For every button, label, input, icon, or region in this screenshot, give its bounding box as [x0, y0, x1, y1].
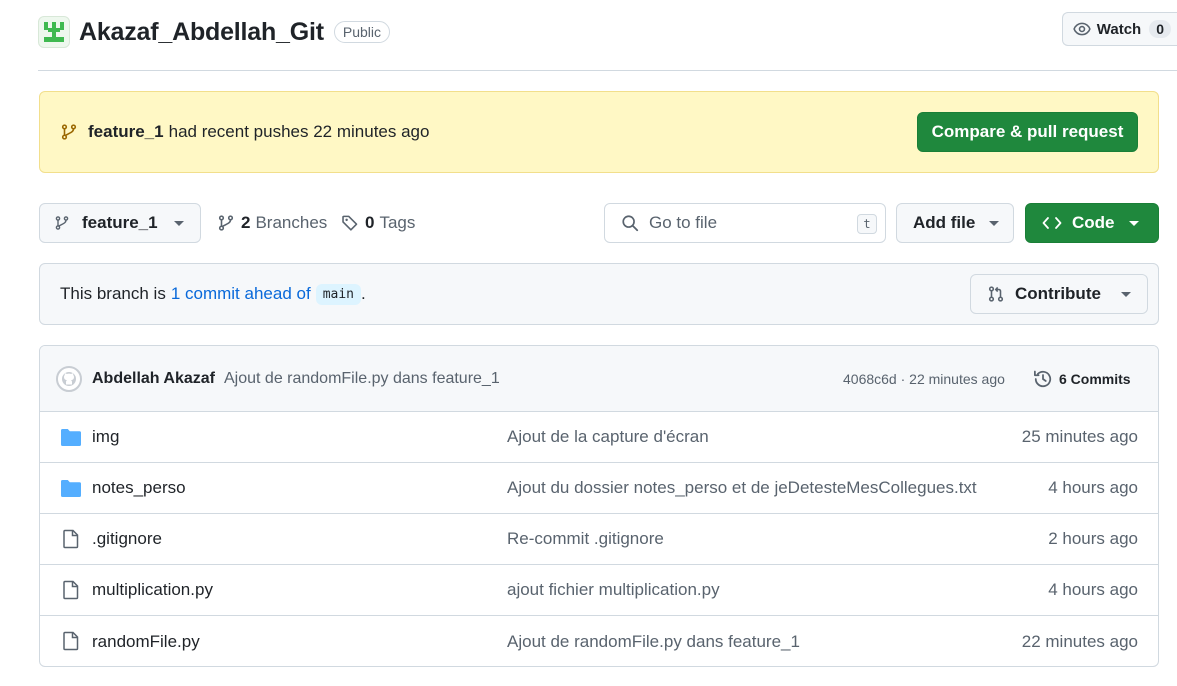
branch-icon — [218, 215, 234, 231]
branch-icon — [55, 216, 69, 230]
base-branch-chip[interactable]: main — [315, 283, 361, 305]
file-age: 4 hours ago — [1048, 580, 1138, 599]
file-age: 4 hours ago — [1048, 478, 1138, 497]
file-age: 25 minutes ago — [1021, 427, 1138, 446]
banner-branch-name[interactable]: feature_1 — [88, 122, 164, 141]
banner-message: had recent pushes 22 minutes ago — [168, 122, 430, 141]
history-icon — [1034, 370, 1052, 388]
branch-select-label: feature_1 — [82, 213, 158, 232]
commits-history-link[interactable]: 6 Commits — [1033, 346, 1131, 412]
file-commit-message[interactable]: Ajout de randomFile.py dans feature_1 — [507, 632, 800, 652]
file-table: Abdellah Akazaf Ajout de randomFile.py d… — [39, 345, 1159, 667]
github-mark-icon — [62, 371, 76, 386]
ahead-suffix: . — [361, 284, 366, 303]
contribute-button[interactable]: Contribute — [970, 274, 1148, 314]
file-commit-message[interactable]: ajout fichier multiplication.py — [507, 580, 720, 600]
watch-count: 0 — [1149, 20, 1171, 38]
search-placeholder: Go to file — [649, 213, 718, 232]
commit-meta[interactable]: 4068c6d · 22 minutes ago — [843, 346, 1005, 412]
file-row-randomfile[interactable]: randomFile.py Ajout de randomFile.py dan… — [40, 616, 1158, 666]
file-name[interactable]: randomFile.py — [92, 632, 200, 652]
file-icon — [63, 580, 79, 600]
folder-icon — [61, 429, 81, 446]
file-commit-message[interactable]: Ajout de la capture d'écran — [507, 427, 709, 447]
branches-label: Branches — [255, 213, 328, 232]
file-icon — [63, 631, 79, 651]
file-name[interactable]: .gitignore — [92, 529, 162, 549]
tags-link[interactable]: 0 Tags — [341, 203, 415, 243]
header-divider — [38, 70, 1177, 71]
commits-ahead-link[interactable]: 1 commit ahead of — [171, 284, 311, 304]
banner-text: feature_1 had recent pushes 22 minutes ag… — [88, 122, 429, 142]
eye-icon — [1073, 22, 1091, 36]
repo-header: Akazaf_Abdellah_Git Public Watch 0 — [38, 12, 1177, 52]
file-row-gitignore[interactable]: .gitignore Re-commit .gitignore 2 hours … — [40, 514, 1158, 565]
file-commit-message[interactable]: Ajout du dossier notes_perso et de jeDet… — [507, 478, 977, 498]
watch-label: Watch — [1096, 20, 1142, 38]
commit-author[interactable]: Abdellah Akazaf — [92, 370, 215, 388]
contribute-label: Contribute — [1015, 284, 1101, 303]
latest-commit-bar: Abdellah Akazaf Ajout de randomFile.py d… — [40, 346, 1158, 412]
pull-request-icon — [988, 286, 1004, 302]
repo-owner-avatar[interactable] — [38, 16, 70, 48]
file-age: 2 hours ago — [1048, 529, 1138, 548]
chevron-down-icon — [989, 220, 1000, 226]
chevron-down-icon — [1120, 291, 1131, 297]
file-row-img[interactable]: img Ajout de la capture d'écran 25 minut… — [40, 412, 1158, 463]
keyboard-shortcut-hint: t — [857, 214, 877, 234]
recent-push-banner: feature_1 had recent pushes 22 minutes ag… — [39, 91, 1159, 173]
file-name[interactable]: img — [92, 427, 119, 447]
repo-name[interactable]: Akazaf_Abdellah_Git — [79, 18, 324, 47]
file-icon — [63, 529, 79, 549]
watch-button[interactable]: Watch 0 — [1061, 12, 1177, 46]
visibility-badge: Public — [333, 21, 391, 43]
commits-count-label: 6 Commits — [1059, 371, 1131, 387]
add-file-button[interactable]: Add file — [896, 203, 1014, 243]
code-label: Code — [1072, 213, 1115, 232]
branch-ahead-box: This branch is 1 commit ahead of main . … — [39, 263, 1159, 325]
file-name[interactable]: notes_perso — [92, 478, 186, 498]
folder-icon — [61, 480, 81, 497]
code-icon — [1042, 217, 1062, 229]
chevron-down-icon — [173, 220, 184, 226]
tags-label: Tags — [379, 213, 416, 232]
code-button[interactable]: Code — [1025, 203, 1159, 243]
file-age: 22 minutes ago — [1021, 631, 1138, 651]
file-row-notes-perso[interactable]: notes_perso Ajout du dossier notes_perso… — [40, 463, 1158, 514]
branches-link[interactable]: 2 Branches — [217, 203, 327, 243]
branches-count: 2 — [241, 213, 251, 232]
chevron-down-icon — [1128, 220, 1139, 226]
search-icon — [622, 215, 639, 232]
compare-pull-request-button[interactable]: Compare & pull request — [917, 112, 1138, 152]
file-row-multiplication[interactable]: multiplication.py ajout fichier multipli… — [40, 565, 1158, 616]
add-file-label: Add file — [913, 213, 976, 232]
go-to-file-input[interactable]: Go to file t — [604, 203, 886, 243]
author-avatar[interactable] — [56, 365, 82, 392]
identicon-icon — [44, 22, 64, 42]
commit-message[interactable]: Ajout de randomFile.py dans feature_1 — [224, 370, 500, 388]
file-name[interactable]: multiplication.py — [92, 580, 213, 600]
repo-toolbar: feature_1 2 Branches 0 Tags Go to file t… — [39, 203, 1159, 243]
branch-icon — [61, 124, 77, 140]
ahead-prefix: This branch is — [60, 284, 166, 303]
tag-icon — [342, 215, 358, 231]
branch-select-button[interactable]: feature_1 — [39, 203, 201, 243]
file-commit-message[interactable]: Re-commit .gitignore — [507, 529, 664, 549]
tags-count: 0 — [365, 213, 375, 232]
